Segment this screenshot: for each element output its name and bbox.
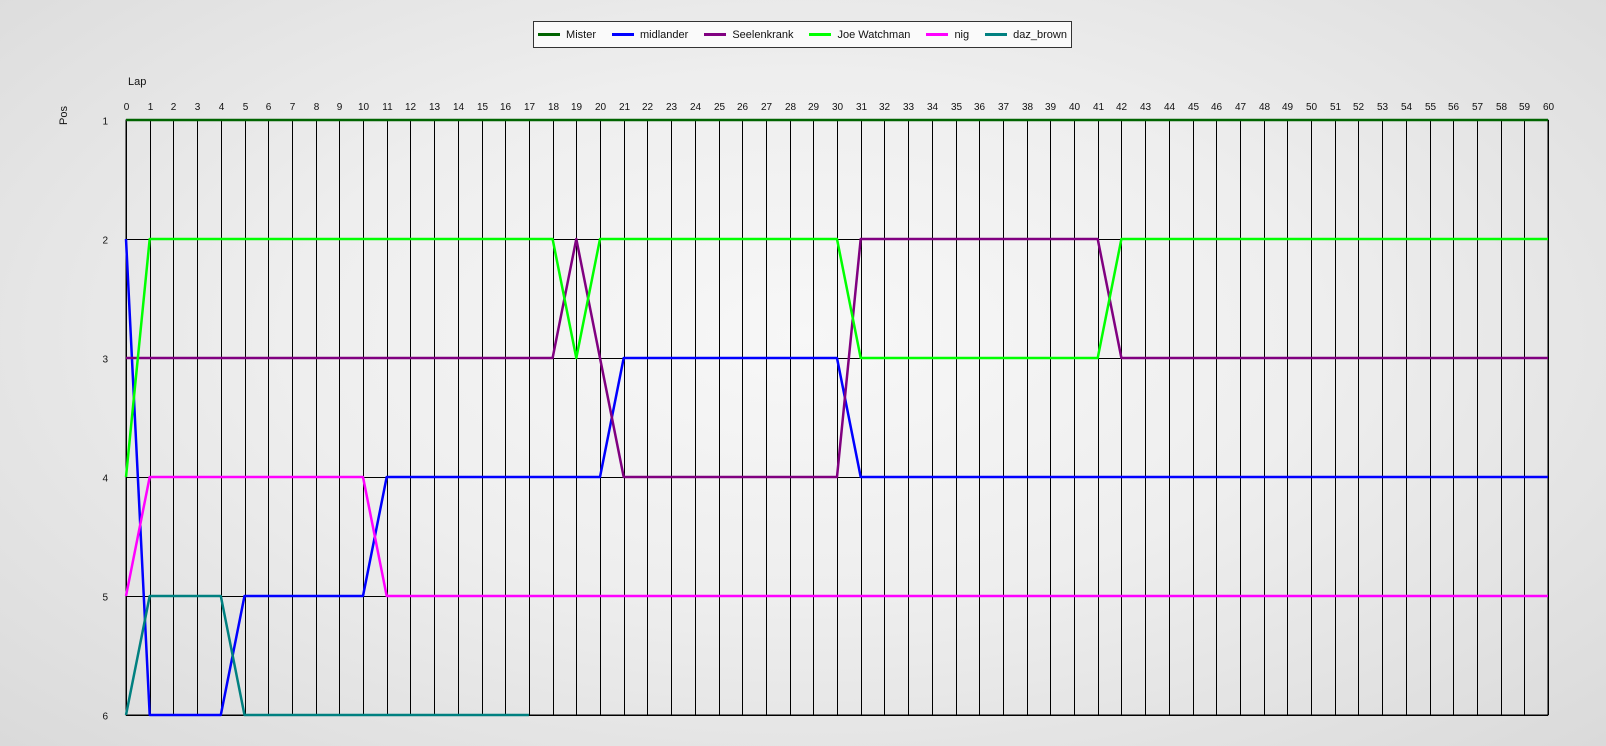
x-tick-label: 4 <box>219 102 225 113</box>
x-tick-label: 60 <box>1543 102 1555 113</box>
x-tick-label: 6 <box>266 102 272 113</box>
y-tick-label: 4 <box>102 474 108 485</box>
x-tick-label: 55 <box>1425 102 1437 113</box>
x-tick-label: 17 <box>524 102 536 113</box>
x-tick-label: 36 <box>974 102 986 113</box>
y-tick-label: 1 <box>102 117 108 128</box>
x-tick-label: 57 <box>1472 102 1484 113</box>
x-tick-label: 30 <box>832 102 844 113</box>
x-tick-label: 15 <box>477 102 489 113</box>
x-tick-label: 58 <box>1496 102 1508 113</box>
x-tick-label: 38 <box>1022 102 1034 113</box>
x-tick-label: 49 <box>1282 102 1294 113</box>
x-tick-label: 5 <box>243 102 249 113</box>
x-tick-label: 3 <box>195 102 201 113</box>
x-tick-label: 45 <box>1188 102 1200 113</box>
x-tick-label: 16 <box>500 102 512 113</box>
x-tick-label: 52 <box>1353 102 1365 113</box>
x-tick-label: 59 <box>1519 102 1531 113</box>
y-tick-label: 6 <box>102 712 108 723</box>
x-tick-label: 7 <box>290 102 296 113</box>
x-tick-label: 29 <box>808 102 820 113</box>
x-tick-label: 56 <box>1448 102 1460 113</box>
x-tick-label: 42 <box>1116 102 1128 113</box>
x-tick-label: 22 <box>642 102 654 113</box>
x-tick-label: 11 <box>382 102 393 113</box>
x-tick-label: 25 <box>714 102 726 113</box>
x-tick-label: 23 <box>666 102 678 113</box>
position-chart: 0 1 2 3 4 5 6 7 8 9 10 11 12 13 14 15 16 17 18 19 20 21 22 23 24… <box>102 102 1555 723</box>
x-tick-label: 20 <box>595 102 607 113</box>
x-tick-label: 43 <box>1140 102 1152 113</box>
y-tick-label: 5 <box>102 593 108 604</box>
x-tick-label: 24 <box>690 102 702 113</box>
y-tick-label: 2 <box>102 236 108 247</box>
x-tick-label: 54 <box>1401 102 1413 113</box>
x-tick-label: 0 <box>124 102 130 113</box>
x-tick-label: 35 <box>951 102 963 113</box>
x-tick-label: 28 <box>785 102 797 113</box>
x-tick-label: 47 <box>1235 102 1247 113</box>
x-tick-label: 13 <box>429 102 441 113</box>
x-tick-label: 8 <box>314 102 320 113</box>
x-tick-label: 51 <box>1330 102 1342 113</box>
x-tick-label: 40 <box>1069 102 1081 113</box>
x-tick-label: 48 <box>1259 102 1271 113</box>
x-tick-label: 21 <box>619 102 631 113</box>
x-tick-label: 14 <box>453 102 465 113</box>
x-tick-label: 53 <box>1377 102 1389 113</box>
x-tick-label: 44 <box>1164 102 1176 113</box>
x-tick-label: 32 <box>879 102 891 113</box>
series-line-daz-brown <box>124 594 529 717</box>
x-tick-label: 39 <box>1045 102 1057 113</box>
x-tick-label: 27 <box>761 102 773 113</box>
x-tick-label: 41 <box>1093 102 1105 113</box>
x-tick-label: 31 <box>856 102 868 113</box>
x-tick-label: 9 <box>337 102 343 113</box>
x-tick-label: 46 <box>1211 102 1223 113</box>
y-tick-label: 3 <box>102 355 108 366</box>
x-tick-label: 50 <box>1306 102 1318 113</box>
x-tick-label: 18 <box>548 102 560 113</box>
x-tick-label: 26 <box>737 102 749 113</box>
x-tick-label: 33 <box>903 102 915 113</box>
x-tick-label: 2 <box>171 102 177 113</box>
x-tick-label: 34 <box>927 102 939 113</box>
x-tick-label: 1 <box>148 102 154 113</box>
x-tick-label: 19 <box>571 102 583 113</box>
x-tick-label: 10 <box>358 102 370 113</box>
x-tick-label: 37 <box>998 102 1010 113</box>
x-tick-label: 12 <box>405 102 417 113</box>
